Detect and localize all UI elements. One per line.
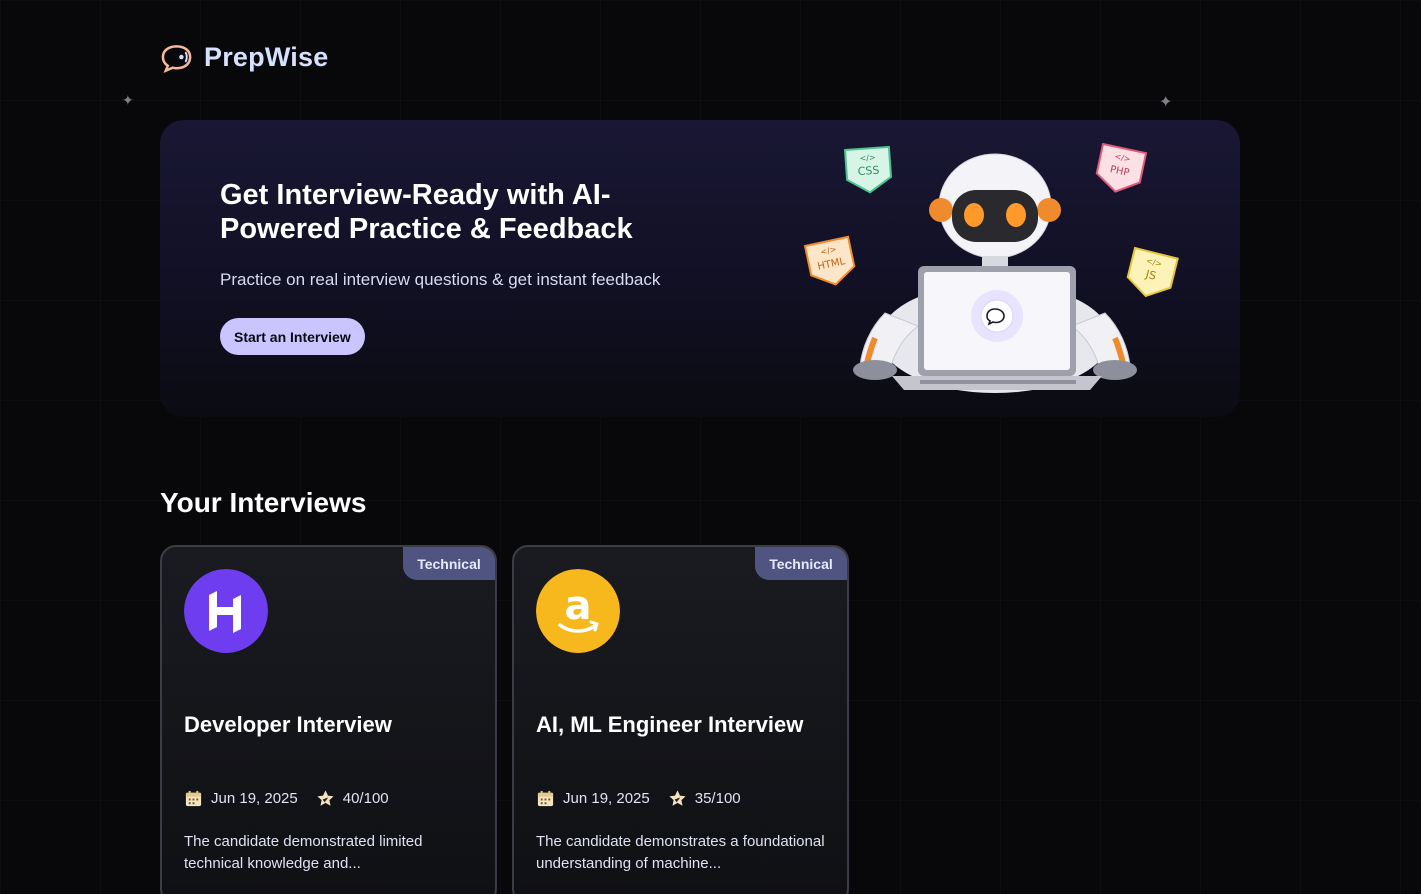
interview-type-badge: Technical: [755, 547, 847, 580]
brand-logo[interactable]: PrepWise: [160, 42, 328, 73]
company-logo-icon: [184, 569, 268, 653]
date-meta: Jun 19, 2025: [536, 789, 650, 808]
hero-subtitle: Practice on real interview questions & g…: [220, 270, 661, 289]
star-icon: [317, 790, 334, 806]
sparkle-icon: ✦: [1159, 94, 1173, 111]
interview-score: 35/100: [694, 790, 741, 807]
interview-date: Jun 19, 2025: [563, 790, 650, 807]
start-interview-button[interactable]: Start an Interview: [220, 318, 365, 355]
svg-text:a: a: [565, 583, 592, 629]
interview-title: AI, ML Engineer Interview: [536, 712, 804, 737]
chat-logo-icon: [161, 44, 192, 73]
interview-description: The candidate demonstrated limited techn…: [184, 833, 423, 872]
section-title-your-interviews: Your Interviews: [160, 487, 367, 518]
php-tag-icon: </> PHP: [1095, 142, 1148, 193]
date-meta: Jun 19, 2025: [184, 789, 298, 808]
hero-banner: Get Interview-Ready with AI-Powered Prac…: [160, 120, 1240, 417]
html-tag-icon: </> HTML: [803, 235, 856, 286]
interview-description: The candidate demonstrates a foundationa…: [536, 833, 825, 872]
svg-text:</>: </>: [859, 153, 876, 163]
hero-title: Get Interview-Ready with AI-Powered Prac…: [220, 179, 633, 245]
interview-score: 40/100: [342, 790, 389, 807]
interview-card[interactable]: Technical a AI, ML Engineer Interview Ju…: [512, 545, 849, 894]
js-tag-icon: </> JS: [1126, 246, 1179, 298]
star-icon: [669, 790, 686, 806]
css-tag-icon: </> CSS: [843, 145, 893, 194]
robot-illustration: </> CSS </> PHP </> HTML </> JS: [803, 142, 1179, 393]
interview-date: Jun 19, 2025: [211, 790, 298, 807]
interview-type-badge: Technical: [403, 547, 495, 580]
brand-name: PrepWise: [204, 42, 329, 72]
calendar-icon: [537, 790, 554, 807]
interview-meta: Jun 19, 2025 35/100: [536, 789, 741, 808]
interview-meta: Jun 19, 2025 40/100: [184, 789, 389, 808]
calendar-icon: [185, 790, 202, 807]
score-meta: 40/100: [316, 789, 389, 808]
css-tag-label: CSS: [857, 164, 880, 178]
sparkle-icon: ✦: [122, 92, 134, 108]
score-meta: 35/100: [668, 789, 741, 808]
interview-title: Developer Interview: [184, 712, 392, 737]
company-logo-icon: a: [536, 569, 620, 653]
interview-card[interactable]: Technical Developer Interview Jun 19, 20…: [160, 545, 497, 894]
